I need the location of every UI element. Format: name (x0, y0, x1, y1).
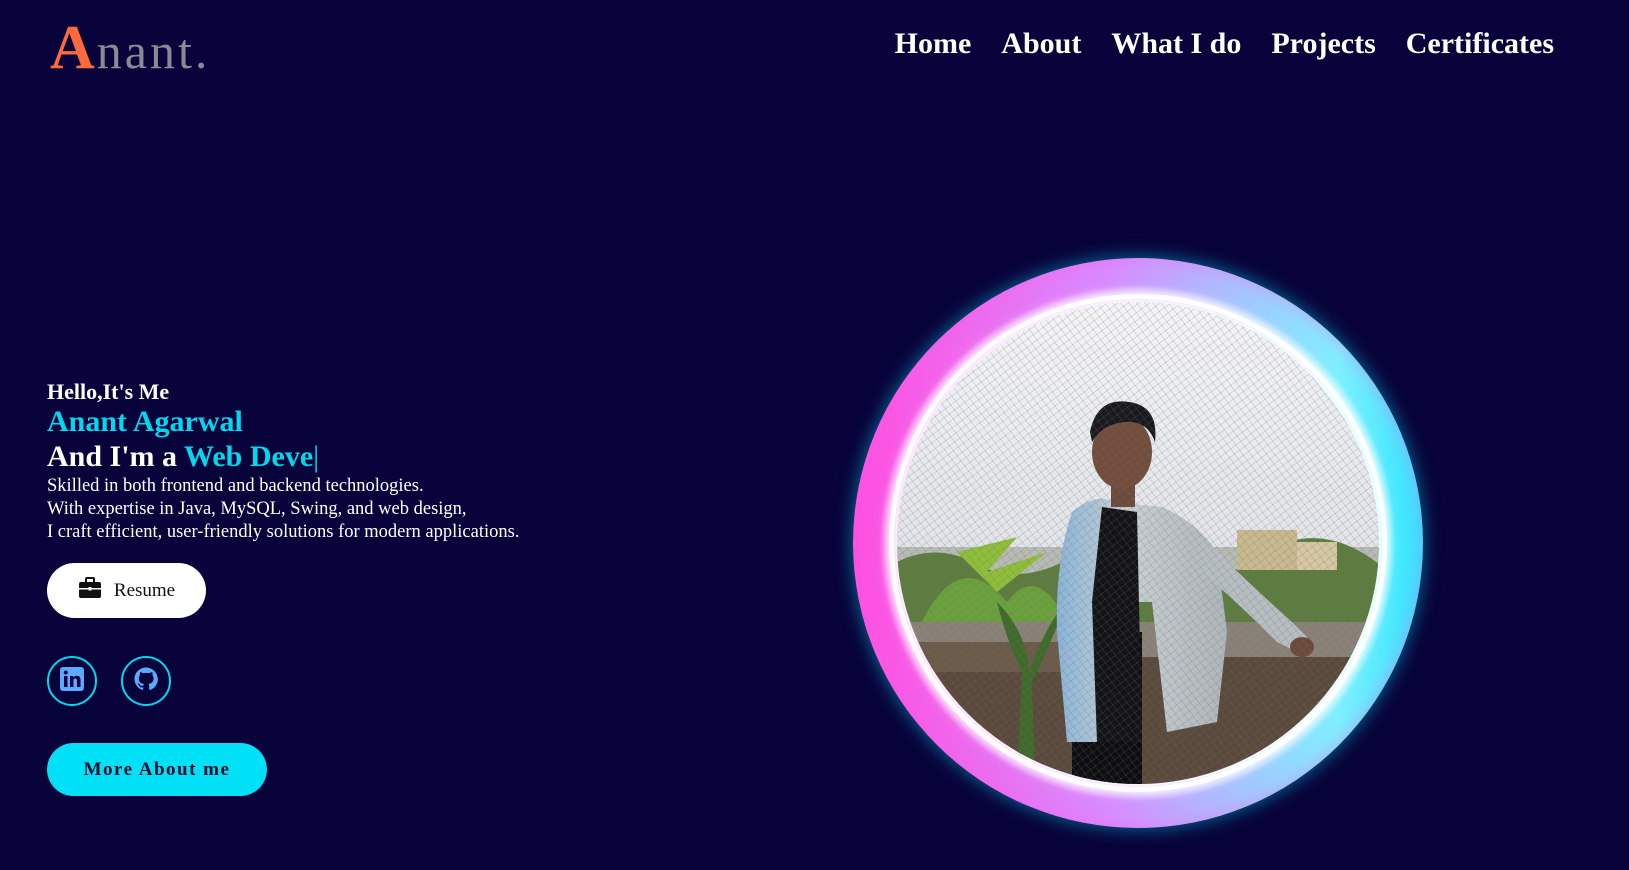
github-icon (133, 666, 159, 697)
role-typed: Web Deve (184, 440, 314, 473)
logo-initial: A (50, 14, 97, 82)
nav-certificates[interactable]: Certificates (1406, 24, 1554, 64)
hero-role: And I'm a Web Deve| (47, 439, 519, 475)
main-nav: Home About What I do Projects Certificat… (895, 24, 1554, 64)
hero-text: Hello,It's Me Anant Agarwal And I'm a We… (47, 378, 519, 544)
nav-what-i-do[interactable]: What I do (1111, 24, 1241, 64)
typing-cursor: | (313, 440, 320, 473)
greeting: Hello,It's Me (47, 379, 170, 404)
page: Anant. Home About What I do Projects Cer… (0, 0, 1629, 870)
nav-home[interactable]: Home (895, 24, 972, 64)
profile-image-frame (853, 258, 1423, 828)
github-link[interactable] (121, 656, 171, 706)
hero-name: Anant Agarwal (47, 405, 243, 438)
description-line-1: Skilled in both frontend and backend tec… (47, 476, 424, 496)
logo[interactable]: Anant. (50, 8, 210, 91)
nav-projects[interactable]: Projects (1271, 24, 1375, 64)
linkedin-icon (59, 666, 85, 697)
social-links (47, 656, 171, 706)
resume-button[interactable]: Resume (47, 563, 206, 618)
role-prefix: And I'm a (47, 440, 184, 473)
logo-rest: nant. (96, 23, 211, 79)
briefcase-icon (78, 576, 102, 605)
description-line-2: With expertise in Java, MySQL, Swing, an… (47, 499, 467, 519)
profile-photo (897, 302, 1379, 784)
resume-label: Resume (113, 579, 176, 601)
nav-about[interactable]: About (1001, 24, 1081, 64)
linkedin-link[interactable] (47, 656, 97, 706)
description-line-3: I craft efficient, user-friendly solutio… (47, 522, 520, 542)
more-about-me-button[interactable]: More About me (47, 743, 267, 796)
